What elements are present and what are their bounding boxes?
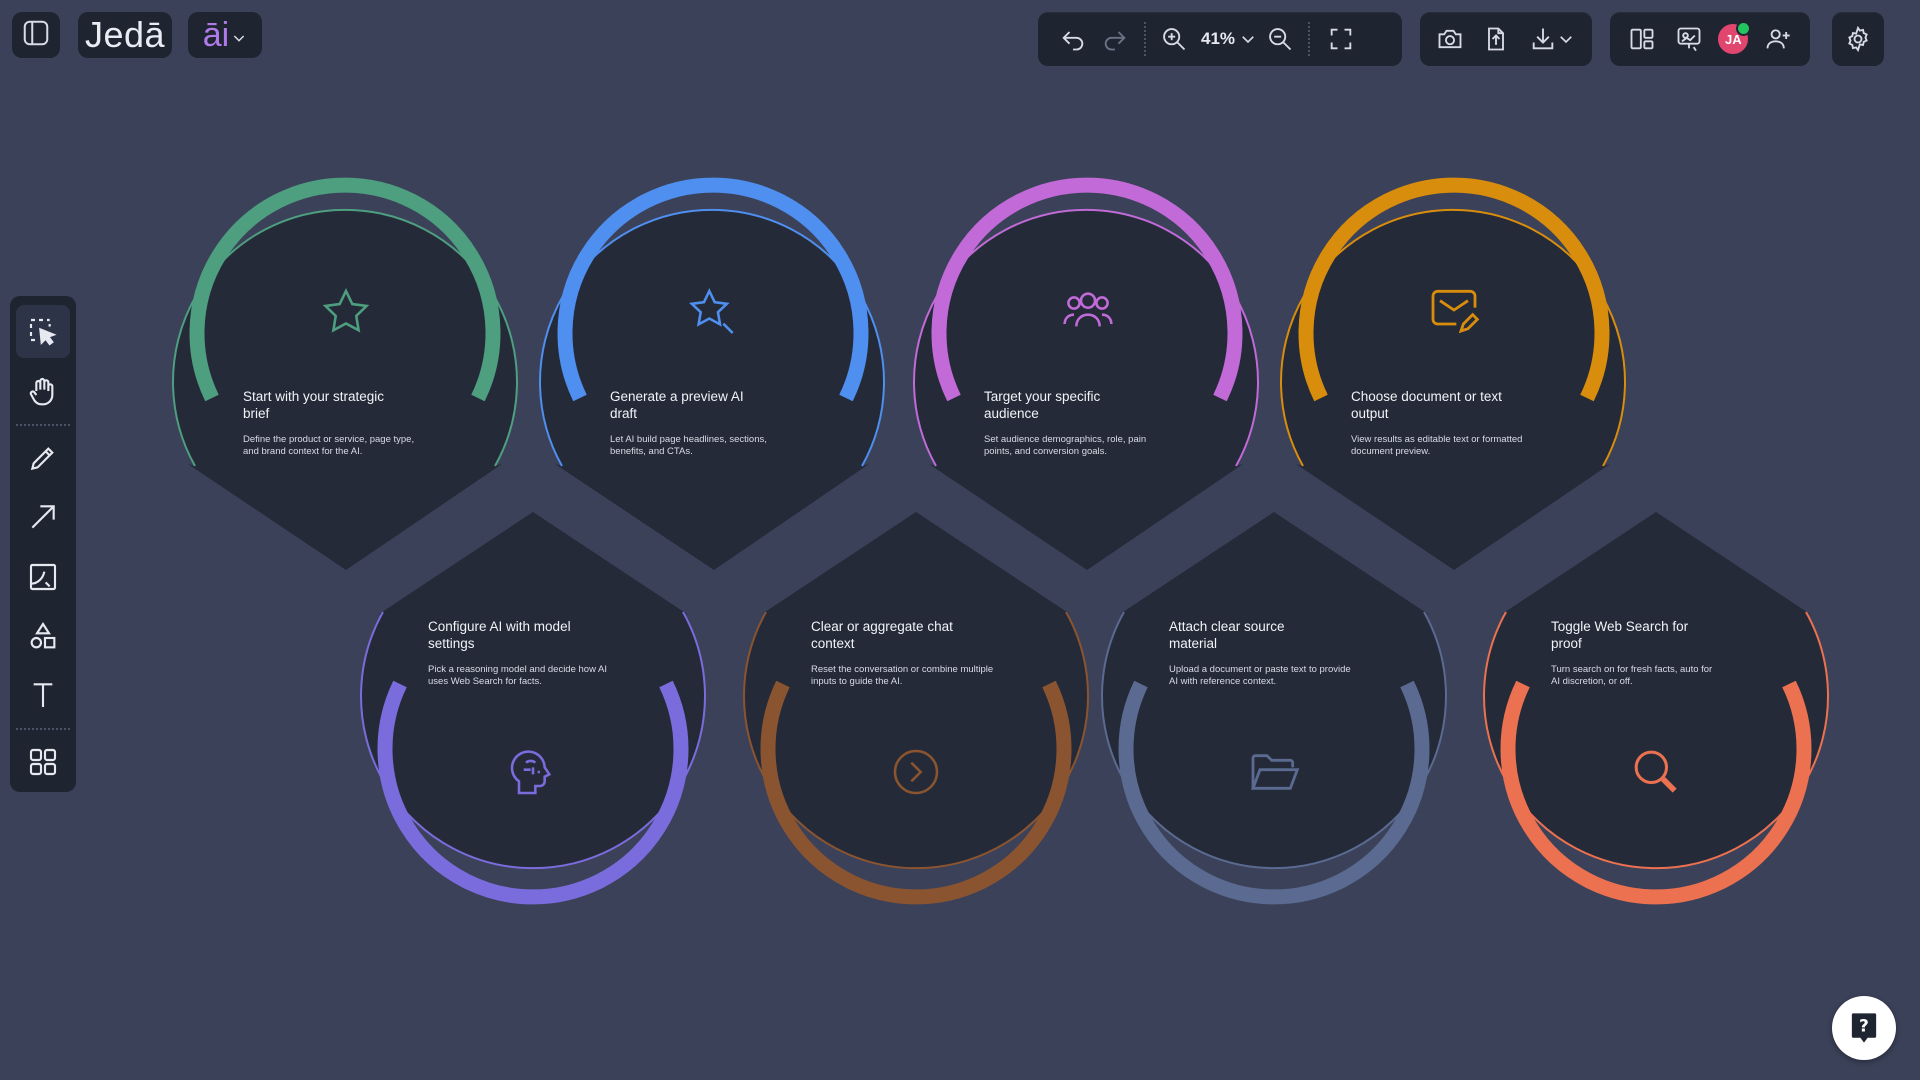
diagram-card-7[interactable]: [1101, 512, 1447, 905]
card-title: Target your specific audience: [984, 389, 1101, 421]
diagram-card-8[interactable]: [1483, 512, 1829, 905]
card-title: Generate a preview AI draft: [610, 389, 744, 421]
card-description: Upload a document or paste text to provi…: [1169, 664, 1351, 687]
chevron-circle-icon: [893, 749, 939, 795]
card-5-text: Configure AI with model settings Pick a r…: [428, 618, 634, 688]
card-title: Toggle Web Search for proof: [1551, 619, 1689, 651]
card-1-icon-wrap: [318, 284, 374, 340]
search-icon: [1634, 750, 1677, 793]
diagram-card-6[interactable]: [743, 512, 1089, 905]
folder-icon: [1250, 754, 1300, 790]
card-title: Clear or aggregate chat context: [811, 619, 953, 651]
card-5-icon-wrap: [505, 744, 561, 800]
users-icon: [1063, 292, 1113, 327]
card-title: Attach clear source material: [1169, 619, 1285, 651]
card-title: Start with your strategic brief: [243, 389, 385, 421]
process-diagram: [172, 177, 1829, 905]
svg-text:?: ?: [1859, 1017, 1869, 1037]
card-description: Let AI build page headlines, sections, be…: [610, 434, 767, 457]
card-3-icon-wrap: [1060, 282, 1116, 338]
card-4-text: Choose document or text output View resul…: [1351, 388, 1557, 458]
diagram-card-4[interactable]: [1280, 177, 1626, 571]
card-description: Set audience demographics, role, pain poi…: [984, 434, 1147, 457]
card-description: Reset the conversation or combine multip…: [811, 664, 994, 687]
card-6-icon-wrap: [888, 744, 944, 800]
help-icon: ?: [1851, 1013, 1877, 1043]
card-6-text: Clear or aggregate chat context Reset the…: [811, 618, 1017, 688]
card-2-text: Generate a preview AI draft Let AI build …: [610, 388, 816, 458]
card-8-icon-wrap: [1628, 744, 1684, 800]
card-title: Configure AI with model settings: [428, 619, 571, 651]
help-button[interactable]: ?: [1832, 996, 1896, 1060]
card-2-icon-wrap: [686, 284, 742, 340]
diagram-card-2[interactable]: [539, 177, 885, 570]
star-icon: [322, 288, 370, 333]
card-description: Pick a reasoning model and decide how AI…: [428, 664, 608, 687]
card-title: Choose document or text output: [1351, 389, 1502, 421]
card-description: Define the product or service, page type…: [243, 434, 415, 457]
card-8-text: Toggle Web Search for proof Turn search o…: [1551, 618, 1757, 688]
card-7-text: Attach clear source material Upload a doc…: [1169, 618, 1375, 688]
card-3-text: Target your specific audience Set audienc…: [984, 388, 1190, 458]
sparkle-star-icon: [689, 288, 734, 334]
diagram-card-3[interactable]: [913, 177, 1259, 570]
card-4-icon-wrap: [1426, 282, 1482, 338]
card-description: View results as editable text or formatt…: [1351, 434, 1523, 457]
card-7-icon-wrap: [1246, 744, 1302, 800]
envelope-edit-icon: [1431, 289, 1480, 334]
diagram-card-5[interactable]: [360, 512, 706, 905]
brain-icon: [510, 750, 552, 795]
diagram-card-1[interactable]: [172, 177, 518, 570]
card-1-text: Start with your strategic brief Define th…: [243, 388, 449, 458]
card-description: Turn search on for fresh facts, auto for…: [1551, 664, 1713, 687]
